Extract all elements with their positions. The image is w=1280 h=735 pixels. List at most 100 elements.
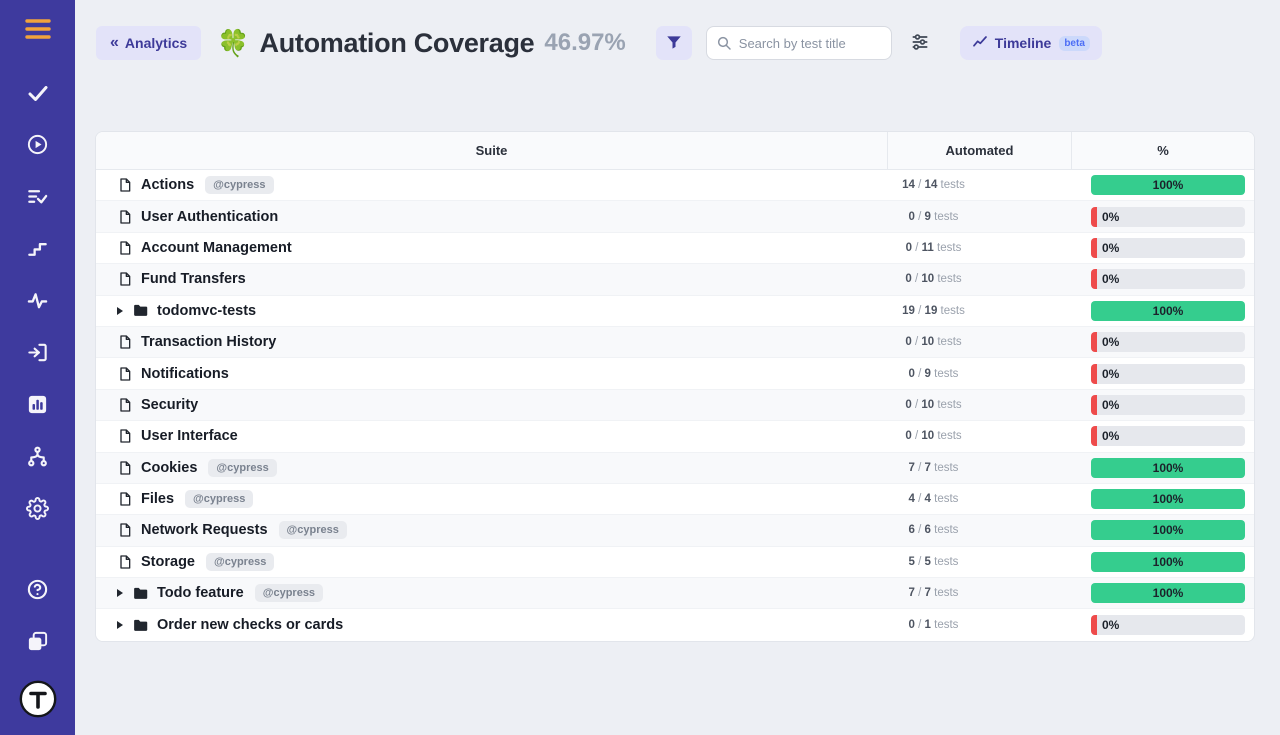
sidebar-item-branches[interactable] [0,433,75,485]
row-title[interactable]: Fund Transfers [141,271,246,287]
table-row[interactable]: User Interface 0 / 10 tests 0% [96,421,1254,452]
folder-icon [132,302,149,319]
timeline-button[interactable]: Timeline beta [960,26,1102,60]
table-row[interactable]: Account Management 0 / 11 tests 0% [96,233,1254,264]
progress-bar: 100% [1091,583,1245,603]
row-title[interactable]: User Interface [141,428,238,444]
activity-icon [26,289,49,317]
progress-label: 0% [1102,429,1119,443]
play-circle-icon [26,133,49,161]
suite-cell: Storage @cypress [96,553,887,571]
percent-cell: 100% [1072,458,1254,478]
caret-icon[interactable] [117,621,123,629]
progress-label: 0% [1102,241,1119,255]
table-row[interactable]: todomvc-tests 19 / 19 tests 100% [96,296,1254,327]
table-row[interactable]: Fund Transfers 0 / 10 tests 0% [96,264,1254,295]
file-icon [117,240,133,256]
sidebar-item-tests[interactable] [0,69,75,121]
bar-chart-icon [26,393,49,421]
sidebar-item-import[interactable] [0,329,75,381]
row-title[interactable]: Storage [141,554,195,570]
progress-label: 100% [1153,304,1184,318]
automated-cell: 0 / 1 tests [887,619,1072,631]
progress-label: 100% [1153,461,1184,475]
coverage-table: Suite Automated % Actions @cypress 14 / … [95,131,1255,642]
progress-label: 0% [1102,367,1119,381]
sidebar-item-analytics[interactable] [0,381,75,433]
table-row[interactable]: Security 0 / 10 tests 0% [96,390,1254,421]
caret-icon[interactable] [117,307,123,315]
file-icon [117,460,133,476]
table-row[interactable]: Todo feature @cypress 7 / 7 tests 100% [96,578,1254,609]
progress-bar: 100% [1091,175,1245,195]
sidebar-item-settings[interactable] [0,485,75,537]
progress-bar: 0% [1091,395,1245,415]
row-title[interactable]: User Authentication [141,209,278,225]
progress-label: 100% [1153,586,1184,600]
table-row[interactable]: User Authentication 0 / 9 tests 0% [96,201,1254,232]
search-icon [716,35,732,51]
sidebar-item-pulse[interactable] [0,277,75,329]
percent-cell: 100% [1072,552,1254,572]
percent-cell: 0% [1072,238,1254,258]
automated-cell: 0 / 10 tests [887,399,1072,411]
suite-cell: Cookies @cypress [96,459,887,477]
table-row[interactable]: Network Requests @cypress 6 / 6 tests 10… [96,515,1254,546]
timeline-button-label: Timeline [995,35,1052,51]
sidebar-item-runs[interactable] [0,121,75,173]
row-title[interactable]: Account Management [141,240,292,256]
sidebar-item-steps[interactable] [0,225,75,277]
automated-cell: 5 / 5 tests [887,556,1072,568]
progress-label: 0% [1102,398,1119,412]
percent-cell: 100% [1072,583,1254,603]
progress-bar: 100% [1091,489,1245,509]
logo-t-icon [19,680,57,723]
progress-bar: 0% [1091,615,1245,635]
sidebar-item-projects[interactable] [0,618,75,670]
row-title[interactable]: Files [141,491,174,507]
table-row[interactable]: Order new checks or cards 0 / 1 tests 0% [96,609,1254,640]
progress-red-sliver [1091,426,1097,446]
row-title[interactable]: Order new checks or cards [157,617,343,633]
row-title[interactable]: Notifications [141,366,229,382]
hamburger-menu-button[interactable] [23,16,53,47]
percent-cell: 0% [1072,269,1254,289]
caret-icon[interactable] [117,589,123,597]
table-row[interactable]: Transaction History 0 / 10 tests 0% [96,327,1254,358]
back-button-label: Analytics [125,35,187,51]
app-logo[interactable] [19,680,57,723]
sidebar-item-plans[interactable] [0,173,75,225]
search-input[interactable] [706,26,892,60]
row-title[interactable]: Network Requests [141,522,268,538]
progress-bar: 0% [1091,269,1245,289]
row-title[interactable]: Cookies [141,460,197,476]
progress-red-sliver [1091,615,1097,635]
coverage-percent: 46.97% [544,29,625,57]
table-row[interactable]: Notifications 0 / 9 tests 0% [96,358,1254,389]
suite-cell: Notifications [96,366,887,382]
percent-cell: 0% [1072,395,1254,415]
progress-bar: 0% [1091,207,1245,227]
file-icon [117,209,133,225]
row-title[interactable]: Actions [141,177,194,193]
row-tag-badge: @cypress [208,459,276,477]
progress-bar: 0% [1091,426,1245,446]
table-row[interactable]: Files @cypress 4 / 4 tests 100% [96,484,1254,515]
file-icon [117,177,133,193]
row-title[interactable]: Security [141,397,198,413]
row-title[interactable]: Todo feature [157,585,244,601]
suite-cell: todomvc-tests [96,302,887,319]
back-analytics-button[interactable]: « Analytics [96,26,201,60]
progress-red-sliver [1091,364,1097,384]
table-row[interactable]: Actions @cypress 14 / 14 tests 100% [96,170,1254,201]
table-row[interactable]: Storage @cypress 5 / 5 tests 100% [96,547,1254,578]
progress-bar: 100% [1091,301,1245,321]
list-check-icon [26,185,49,213]
row-title[interactable]: Transaction History [141,334,276,350]
row-title[interactable]: todomvc-tests [157,303,256,319]
filter-button[interactable] [656,26,692,60]
sidebar-item-help[interactable] [0,566,75,618]
percent-cell: 100% [1072,175,1254,195]
adjustments-button[interactable] [906,28,934,59]
table-row[interactable]: Cookies @cypress 7 / 7 tests 100% [96,453,1254,484]
